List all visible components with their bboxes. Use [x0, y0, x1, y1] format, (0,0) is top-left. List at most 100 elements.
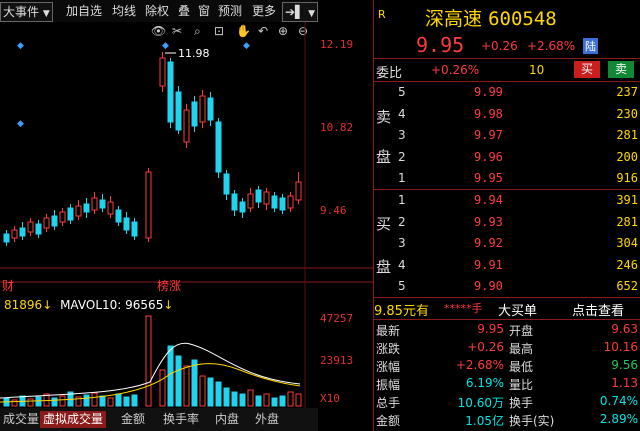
toolbar-overlay[interactable]: 叠: [178, 2, 190, 20]
order-volume: 246: [616, 257, 638, 272]
order-level: 1: [398, 171, 406, 185]
candle: [183, 109, 190, 143]
tab-volume[interactable]: 成交量: [0, 411, 42, 428]
bid-row[interactable]: 2 9.93 281: [374, 212, 640, 233]
toolbar-events[interactable]: 大事件 ▼: [0, 2, 53, 22]
tab-virtual-volume[interactable]: 虚拟成交量: [40, 411, 107, 428]
candle: [123, 217, 130, 231]
buy-button[interactable]: 买: [574, 61, 600, 78]
order-price: 9.92: [474, 236, 503, 250]
volume-bar: [239, 393, 246, 407]
stat-latest-value: 9.95: [477, 322, 504, 336]
order-level: 2: [398, 214, 406, 229]
order-level: 2: [398, 149, 406, 164]
order-level: 3: [398, 128, 406, 142]
order-price: 9.98: [474, 106, 503, 121]
toolbar-window[interactable]: 窗: [198, 2, 210, 20]
ask-row[interactable]: 1 9.95 916: [374, 168, 640, 189]
volume-bar: [27, 398, 34, 407]
event-marker[interactable]: ◆: [162, 41, 169, 51]
volume-bar: [223, 387, 230, 407]
order-price: 9.95: [474, 171, 503, 185]
order-volume: 200: [616, 149, 638, 164]
bid-row[interactable]: 1 9.94 391: [374, 190, 640, 211]
volume-bar: [107, 397, 114, 407]
ask-row[interactable]: 3 9.97 281: [374, 125, 640, 146]
candle: [207, 97, 214, 121]
bid-row[interactable]: 4 9.91 246: [374, 255, 640, 276]
order-level: 5: [398, 85, 406, 99]
bid-row[interactable]: 5 9.90 652: [374, 276, 640, 297]
event-marker[interactable]: ◆: [243, 41, 250, 51]
indicator-tabs: 成交量 虚拟成交量 金额 换手率 内盘 外盘: [0, 408, 318, 431]
volume-bar: [35, 396, 42, 407]
price-axis-mid: 10.82: [320, 121, 354, 134]
candle: [75, 205, 82, 217]
order-level: 4: [398, 106, 406, 121]
candle: [287, 195, 294, 209]
market-tag: 陆: [583, 38, 598, 54]
candle: [223, 173, 230, 195]
committee-label: 委比: [376, 66, 403, 81]
toolbar-ex-rights[interactable]: 除权: [145, 2, 169, 20]
candle: [247, 193, 254, 209]
order-volume: 281: [616, 214, 638, 229]
order-volume: 237: [616, 85, 638, 99]
ranking-marker[interactable]: 榜涨: [157, 277, 181, 294]
volume-bar: [83, 394, 90, 407]
event-marker[interactable]: ◆: [17, 119, 24, 129]
toolbar-add-favorite[interactable]: 加自选: [66, 2, 102, 20]
tab-inner[interactable]: 内盘: [212, 411, 242, 428]
stat-amplitude-value: 6.19%: [465, 376, 504, 390]
ask-row[interactable]: 5 9.99 237: [374, 82, 640, 103]
order-price: 9.96: [474, 149, 503, 164]
order-level: 1: [398, 193, 406, 207]
candle: [255, 189, 262, 203]
toolbar-moving-average[interactable]: 均线: [112, 2, 136, 20]
candle: [271, 195, 278, 209]
stat-latest-label: 最新: [376, 324, 401, 338]
chevron-down-icon: ▼: [308, 9, 316, 19]
candle: [51, 215, 58, 227]
tab-turnover[interactable]: 换手率: [160, 411, 202, 428]
volume-axis-top: 47257: [320, 312, 354, 325]
stat-open-label: 开盘: [509, 324, 534, 338]
stat-low-label: 最低: [509, 360, 534, 374]
sell-button[interactable]: 卖: [608, 61, 634, 78]
volume-axis-unit: X10: [320, 392, 340, 405]
finance-marker[interactable]: 财: [2, 277, 14, 294]
ask-row[interactable]: 4 9.98 230: [374, 104, 640, 125]
candle: [115, 209, 122, 223]
candle: [199, 95, 206, 123]
candle: [167, 61, 174, 123]
event-marker[interactable]: ◆: [17, 41, 24, 51]
toolbar-more[interactable]: 更多: [252, 2, 276, 20]
volume-bar: [271, 397, 278, 407]
order-volume: 916: [616, 171, 638, 185]
kline-chart[interactable]: ◆ ◆ ◆ ◆: [0, 22, 373, 408]
order-level: 3: [398, 236, 406, 250]
candle: [19, 227, 26, 237]
volume-bar: [11, 399, 18, 407]
tab-amount[interactable]: 金额: [118, 411, 148, 428]
volume-bar: [159, 369, 166, 407]
bid-row[interactable]: 3 9.92 304: [374, 233, 640, 254]
stat-high-label: 最高: [509, 342, 534, 356]
big-order-bar[interactable]: 9.85元有 *****手 大买单 点击查看: [374, 300, 640, 319]
ask-row[interactable]: 2 9.96 200: [374, 147, 640, 168]
stat-change-label: 涨跌: [376, 342, 401, 356]
current-price: 9.95: [416, 33, 465, 57]
volume-bar: [123, 396, 130, 407]
tab-outer[interactable]: 外盘: [252, 411, 282, 428]
financing-flag: R: [378, 8, 386, 21]
view-details-link[interactable]: 点击查看: [572, 300, 624, 319]
stat-low-value: 9.56: [611, 358, 638, 372]
candle: [131, 221, 138, 237]
candle: [191, 101, 198, 127]
stat-amount-label: 金额: [376, 414, 401, 428]
toolbar-pin[interactable]: ➔▌ ▼: [282, 2, 319, 22]
section-divider: [374, 319, 640, 320]
toolbar-forecast[interactable]: 预测: [218, 2, 242, 20]
order-price: 9.94: [474, 193, 503, 207]
candle: [43, 217, 50, 229]
